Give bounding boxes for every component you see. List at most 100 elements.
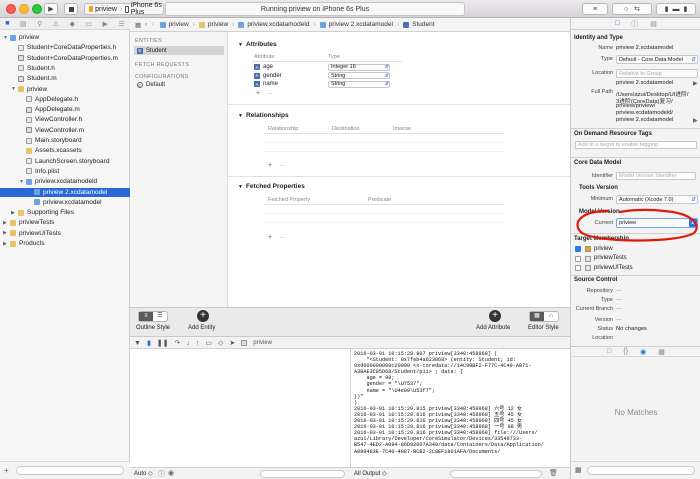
quick-help-icon[interactable]: ⓘ — [631, 19, 638, 29]
attribute-name[interactable]: gender — [263, 73, 282, 79]
toggle-debug-icon[interactable]: ▬ — [673, 6, 680, 13]
object-library-icon[interactable]: ◉ — [640, 348, 646, 356]
remove-fetched-property-icon[interactable]: – — [280, 234, 284, 241]
location-icon[interactable]: ➤ — [229, 339, 235, 347]
console-filter-input[interactable] — [450, 470, 542, 478]
scheme-selector[interactable]: priview › iPhone 6s Plus — [84, 2, 164, 16]
relationship-column-header[interactable]: Relationship — [268, 126, 298, 132]
breadcrumb-item[interactable]: Student — [412, 21, 434, 28]
variables-scope-select[interactable]: Auto ◇ — [134, 470, 153, 477]
file-tree-item[interactable]: ▶ Products — [0, 239, 130, 248]
relationships-section-header[interactable]: ▼ Relationships — [238, 112, 289, 119]
variables-filter-input[interactable] — [260, 470, 345, 478]
attribute-column-header[interactable]: Attribute — [254, 54, 274, 60]
breadcrumb-item[interactable]: priview 2.xcdatamodel — [329, 21, 393, 28]
folder-tab-icon[interactable]: ■ — [5, 20, 9, 27]
step-out-icon[interactable]: ↑ — [196, 340, 200, 347]
file-tree-item[interactable]: AppDelegate.h — [0, 95, 130, 104]
location-select[interactable]: Relative to Group — [616, 69, 698, 78]
file-tree-item[interactable]: Main.storyboard — [0, 136, 130, 145]
disclosure-closed-icon[interactable]: ▶ — [11, 210, 18, 216]
table-style-icon[interactable]: ≡ — [139, 312, 153, 321]
view-hierarchy-icon[interactable]: ▭ — [205, 339, 212, 347]
identifier-input[interactable]: Model Version Identifier — [616, 172, 696, 180]
library-filter-input[interactable] — [587, 466, 695, 475]
fetched-property-column-header[interactable]: Fetched Property — [268, 197, 310, 203]
name-value[interactable]: priview 2.xcdatamodel — [616, 45, 673, 51]
table-editor-icon[interactable]: ▦ — [530, 312, 544, 321]
console-output-select[interactable]: All Output ◇ — [354, 470, 387, 477]
minimize-window-button[interactable] — [19, 4, 29, 14]
file-tree-item[interactable]: ▼ priview.xcdatamodeld — [0, 177, 130, 186]
disclosure-closed-icon[interactable]: ▶ — [3, 241, 10, 247]
related-items-icon[interactable]: ▦ — [135, 21, 141, 29]
file-tree-item[interactable]: Student+CoreDataProperties.h — [0, 43, 130, 52]
test-tab-icon[interactable]: ◆ — [70, 20, 75, 28]
forward-icon[interactable]: › — [151, 21, 153, 28]
inverse-column-header[interactable]: Inverse — [393, 126, 411, 132]
breadcrumb-item[interactable]: priview — [208, 21, 228, 28]
disclosure-open-icon[interactable]: ▼ — [19, 179, 26, 185]
zoom-window-button[interactable] — [32, 4, 42, 14]
attribute-type-select[interactable]: String ⇵ — [328, 72, 390, 79]
odr-tags-input[interactable]: Add to a target to enable tagging — [575, 141, 697, 149]
file-tree-item[interactable]: AppDelegate.m — [0, 105, 130, 114]
file-tree-item[interactable]: priview 2.xcdatamodel — [0, 187, 130, 197]
attribute-row[interactable]: Aname — [254, 80, 278, 88]
file-tree-item[interactable]: Student.h — [0, 64, 130, 73]
toggle-navigator-icon[interactable]: ▮ — [665, 5, 669, 13]
eye-icon[interactable]: ◉ — [168, 469, 174, 477]
editor-style-control[interactable]: ▦ ∴ — [529, 311, 559, 322]
attribute-name[interactable]: age — [263, 64, 273, 70]
target-checkbox[interactable] — [575, 246, 581, 252]
file-tree-item[interactable]: ▶ priviewUITests — [0, 229, 130, 238]
run-button[interactable]: ▶ — [44, 3, 58, 15]
console-output[interactable]: 2016-03-01 10:15:29.807 priview[3340:458… — [351, 349, 570, 467]
file-tree-item[interactable]: Assets.xcassets — [0, 146, 130, 155]
configuration-default[interactable]: C Default — [137, 82, 165, 88]
file-tree-item[interactable]: Student.m — [0, 74, 130, 83]
target-checkbox[interactable] — [575, 265, 581, 271]
memory-graph-icon[interactable]: ◇ — [218, 339, 223, 347]
pause-icon[interactable]: ❚❚ — [157, 339, 169, 347]
entity-item-student[interactable]: E Student — [134, 46, 224, 55]
graph-editor-icon[interactable]: ∴ — [544, 312, 558, 321]
file-tree-item[interactable]: ViewController.m — [0, 126, 130, 135]
close-window-button[interactable] — [6, 4, 16, 14]
reveal-in-finder-icon[interactable]: ▶ — [693, 117, 698, 124]
debug-tab-icon[interactable]: ▭ — [85, 20, 92, 28]
step-over-icon[interactable]: ↷ — [175, 339, 181, 347]
file-tree-item[interactable]: ▼ priview — [0, 85, 130, 94]
fetched-properties-section-header[interactable]: ▼ Fetched Properties — [238, 183, 305, 190]
grid-view-icon[interactable]: ▦ — [575, 466, 582, 474]
type-select[interactable]: Default - Core Data Model ⇵ — [616, 55, 698, 64]
add-attribute-button[interactable]: + — [489, 310, 501, 322]
back-icon[interactable]: ‹ — [145, 21, 147, 28]
file-template-icon[interactable]: □ — [607, 348, 611, 355]
predicate-column-header[interactable]: Predicate — [368, 197, 391, 203]
navigator-filter-input[interactable] — [16, 466, 124, 475]
search-tab-icon[interactable]: ⚲ — [37, 20, 42, 28]
disclosure-open-icon[interactable]: ▼ — [3, 35, 10, 41]
list-style-icon[interactable]: ☰ — [153, 312, 167, 321]
file-tree-item[interactable]: ▼ priview — [0, 33, 130, 42]
media-library-icon[interactable]: ▦ — [658, 348, 665, 356]
file-tree-item[interactable]: ViewController.h — [0, 115, 130, 124]
stop-button[interactable] — [64, 3, 78, 15]
version-editor-icon[interactable]: ⇆ — [634, 5, 640, 13]
data-model-inspector-icon[interactable]: ▤ — [650, 20, 657, 28]
disclosure-open-icon[interactable]: ▼ — [11, 86, 18, 92]
add-icon[interactable]: + — [4, 466, 9, 475]
attribute-name[interactable]: name — [263, 81, 278, 87]
breadcrumb-item[interactable]: priview.xcdatamodeld — [247, 21, 309, 28]
debug-target[interactable]: priview — [253, 340, 272, 346]
attribute-type-select[interactable]: Integer 16 ⇵ — [328, 63, 390, 71]
assistant-editor-icon[interactable]: ○ — [624, 6, 628, 13]
trash-icon[interactable]: 🗑 — [549, 469, 558, 477]
code-snippet-icon[interactable]: {} — [623, 348, 628, 355]
file-tree-item[interactable]: ▶ priviewTests — [0, 218, 130, 227]
attribute-type-select[interactable]: String ⇵ — [328, 80, 390, 88]
add-attribute-icon[interactable]: + — [256, 90, 260, 97]
remove-attribute-icon[interactable]: – — [268, 90, 272, 97]
destination-column-header[interactable]: Destination — [332, 126, 360, 132]
